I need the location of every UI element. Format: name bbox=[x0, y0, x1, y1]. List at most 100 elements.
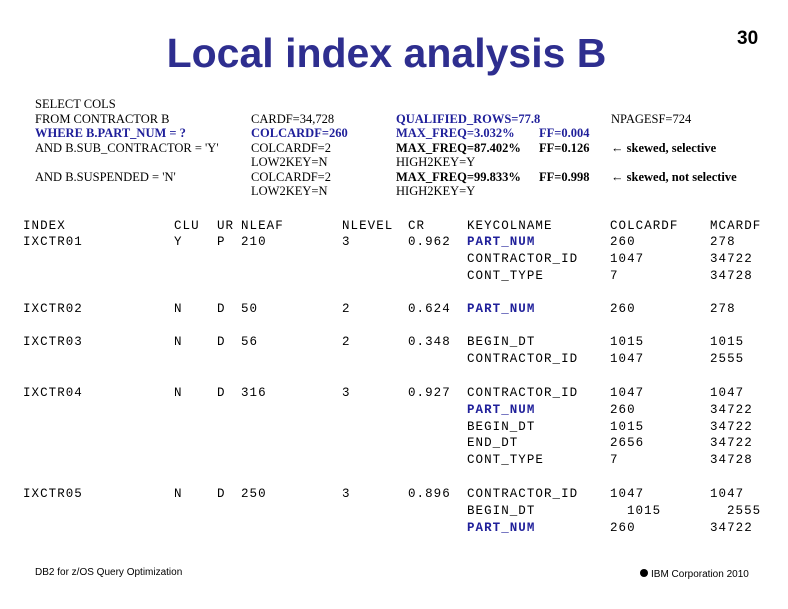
stat-low2key: LOW2KEY=N bbox=[251, 155, 328, 169]
cell-index: IXCTR03 bbox=[23, 335, 83, 349]
cell-keycolname: CONTRACTOR_ID bbox=[467, 351, 579, 366]
copyright-icon bbox=[640, 569, 648, 577]
arrow-left-icon: ← bbox=[611, 169, 627, 184]
footer-right: IBM Corporation 2010 bbox=[640, 569, 749, 580]
cell-colcardf: 1015 bbox=[610, 335, 645, 349]
stat-max-freq: MAX_FREQ=87.402% bbox=[396, 140, 521, 155]
stat-max-freq: MAX_FREQ=99.833% bbox=[396, 169, 521, 184]
header-keycolname: KEYCOLNAME bbox=[467, 219, 553, 233]
cell-nlevel: 3 bbox=[342, 386, 351, 400]
cell-index: IXCTR04 bbox=[23, 386, 83, 400]
cell-ur: P bbox=[217, 235, 226, 249]
header-ur: UR bbox=[217, 219, 235, 233]
cell-colcardf: 1015 bbox=[610, 419, 645, 434]
stat-high2key: HIGH2KEY=Y bbox=[396, 155, 476, 169]
header-nleaf: NLEAF bbox=[241, 219, 284, 233]
stat-colcardf: COLCARDF=260 bbox=[251, 126, 348, 140]
cell-keycolname: END_DT bbox=[467, 436, 519, 451]
query-line-part-num: WHERE B.PART_NUM = ? bbox=[35, 126, 186, 140]
cell-ur: D bbox=[217, 302, 226, 316]
cell-nlevel: 2 bbox=[342, 302, 351, 316]
cell-clu: N bbox=[174, 335, 183, 349]
query-line: FROM CONTRACTOR B bbox=[35, 111, 170, 126]
cell-keycolname: PART_NUM bbox=[467, 520, 536, 535]
cell-colcardf: 1047 bbox=[610, 351, 645, 366]
cell-keycolname: BEGIN_DT bbox=[467, 419, 536, 434]
page-number: 30 bbox=[737, 28, 759, 49]
cell-ur: D bbox=[217, 335, 226, 349]
cell-keycolname: PART_NUM bbox=[467, 402, 536, 417]
cell-clu: Y bbox=[174, 235, 183, 249]
stat-high2key: HIGH2KEY=Y bbox=[396, 184, 476, 198]
cell-clu: N bbox=[174, 302, 183, 316]
header-nlevel: NLEVEL bbox=[342, 219, 394, 233]
header-clu: CLU bbox=[174, 219, 200, 233]
cell-clu: N bbox=[174, 487, 183, 501]
cell-keycolname: CONT_TYPE bbox=[467, 268, 544, 283]
cell-keycolname: PART_NUM bbox=[467, 235, 536, 249]
stat-cardf: CARDF=34,728 bbox=[251, 111, 335, 126]
cell-mcardf: 34722 bbox=[710, 251, 753, 266]
query-line: SELECT COLS bbox=[35, 97, 116, 111]
stat-ff: FF=0.004 bbox=[539, 126, 590, 140]
cell-colcardf: 260 bbox=[610, 302, 636, 316]
cell-nlevel: 3 bbox=[342, 235, 351, 249]
stat-qualified-rows: QUALIFIED_ROWS=77.8 bbox=[396, 111, 541, 126]
cell-cr: 0.624 bbox=[408, 302, 451, 316]
note-text: skewed, not selective bbox=[626, 169, 737, 184]
cell-nlevel: 3 bbox=[342, 487, 351, 501]
header-colcardf: COLCARDF bbox=[610, 219, 679, 233]
cell-mcardf: 278 bbox=[710, 302, 736, 316]
cell-mcardf: 2555 bbox=[727, 503, 762, 518]
note-skewed-not-selective: ← skewed, not selective bbox=[611, 170, 737, 185]
note-skewed-selective: ← skewed, selective bbox=[611, 141, 716, 156]
cell-nleaf: 316 bbox=[241, 386, 267, 400]
cell-colcardf: 7 bbox=[610, 453, 619, 468]
cell-colcardf: 260 bbox=[610, 520, 636, 535]
cell-keycolname: BEGIN_DT bbox=[467, 503, 536, 518]
cell-colcardf: 260 bbox=[610, 235, 636, 249]
cell-mcardf: 34722 bbox=[710, 402, 753, 417]
cell-colcardf: 2656 bbox=[610, 436, 645, 451]
cell-mcardf: 34722 bbox=[710, 520, 753, 535]
cell-cr: 0.348 bbox=[408, 335, 451, 349]
cell-mcardf: 34722 bbox=[710, 436, 753, 451]
cell-index: IXCTR02 bbox=[23, 302, 83, 316]
cell-mcardf: 1015 bbox=[710, 335, 745, 349]
cell-keycolname: PART_NUM bbox=[467, 302, 536, 316]
stat-colcardf: COLCARDF=2 bbox=[251, 140, 331, 155]
cell-colcardf: 1047 bbox=[610, 251, 645, 266]
cell-ur: D bbox=[217, 386, 226, 400]
stat-ff: FF=0.998 bbox=[539, 169, 590, 184]
cell-mcardf: 2555 bbox=[710, 351, 745, 366]
cell-keycolname: BEGIN_DT bbox=[467, 335, 536, 349]
cell-colcardf: 1047 bbox=[610, 487, 645, 501]
cell-mcardf: 278 bbox=[710, 235, 736, 249]
cell-cr: 0.927 bbox=[408, 386, 451, 400]
query-line: AND B.SUSPENDED = 'N' bbox=[35, 169, 176, 184]
footer-left: DB2 for z/OS Query Optimization bbox=[35, 567, 183, 578]
cell-mcardf: 1047 bbox=[710, 386, 745, 400]
cell-mcardf: 34728 bbox=[710, 268, 753, 283]
cell-nleaf: 210 bbox=[241, 235, 267, 249]
cell-mcardf: 1047 bbox=[710, 487, 745, 501]
cell-index: IXCTR05 bbox=[23, 487, 83, 501]
cell-keycolname: CONT_TYPE bbox=[467, 453, 544, 468]
header-cr: CR bbox=[408, 219, 426, 233]
cell-keycolname: CONTRACTOR_ID bbox=[467, 251, 579, 266]
cell-keycolname: CONTRACTOR_ID bbox=[467, 487, 579, 501]
stat-max-freq: MAX_FREQ=3.032% bbox=[396, 126, 515, 140]
cell-cr: 0.962 bbox=[408, 235, 451, 249]
stat-ff: FF=0.126 bbox=[539, 140, 590, 155]
cell-nlevel: 2 bbox=[342, 335, 351, 349]
cell-mcardf: 34728 bbox=[710, 453, 753, 468]
footer-copyright-text: IBM Corporation 2010 bbox=[651, 569, 749, 580]
cell-cr: 0.896 bbox=[408, 487, 451, 501]
cell-keycolname: CONTRACTOR_ID bbox=[467, 386, 579, 400]
stat-npagesf: NPAGESF=724 bbox=[611, 111, 692, 126]
cell-colcardf: 1015 bbox=[627, 503, 662, 518]
arrow-left-icon: ← bbox=[611, 140, 627, 155]
cell-nleaf: 250 bbox=[241, 487, 267, 501]
header-mcardf: MCARDF bbox=[710, 219, 762, 233]
cell-ur: D bbox=[217, 487, 226, 501]
